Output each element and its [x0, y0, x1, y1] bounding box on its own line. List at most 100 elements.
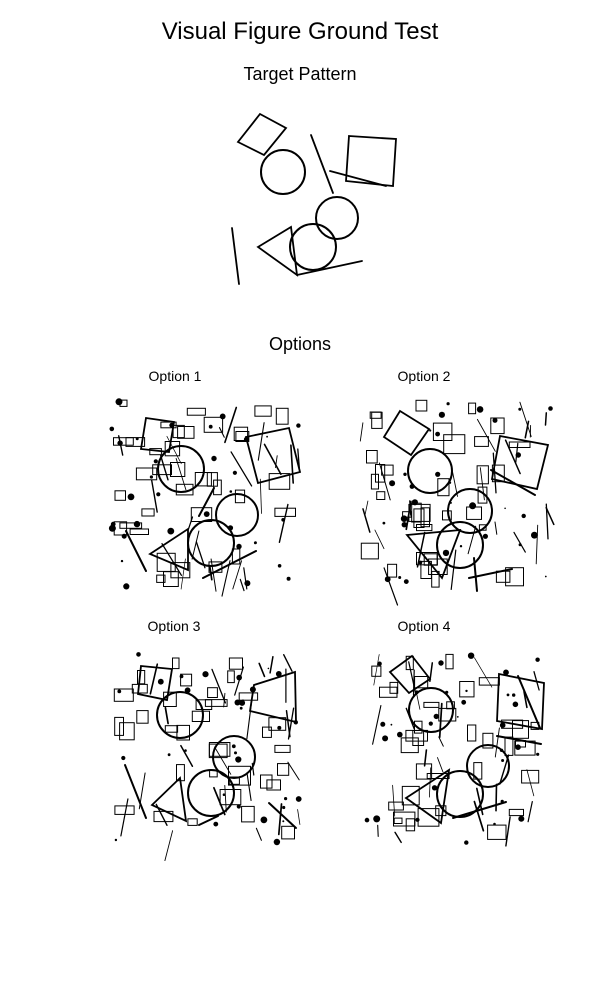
noise-rectangle: [260, 774, 273, 789]
noise-line: [505, 816, 511, 847]
noise-dot: [179, 674, 184, 679]
pattern-line: [124, 764, 147, 819]
noise-dot: [521, 513, 526, 519]
triangle: [148, 527, 189, 572]
pattern-line: [125, 530, 147, 572]
noise-rectangle: [275, 407, 289, 425]
noise-dot: [211, 455, 217, 462]
option-4-panel[interactable]: [364, 652, 545, 847]
noise-dot: [203, 511, 210, 517]
noise-line: [519, 401, 532, 437]
figure-ground-canvas: [108, 112, 555, 862]
target-circle-lower: [289, 223, 337, 271]
noise-rectangle: [495, 570, 511, 583]
noise-rectangle: [172, 657, 180, 670]
noise-dot: [380, 721, 386, 727]
noise-line: [285, 709, 291, 738]
noise-dot: [234, 751, 237, 755]
noise-dot: [501, 759, 505, 762]
noise-dot: [515, 744, 521, 750]
noise-rectangle: [141, 508, 155, 517]
noise-dot: [548, 406, 553, 411]
noise-dot: [284, 797, 288, 801]
noise-dot: [295, 796, 302, 802]
noise-dot: [518, 407, 522, 411]
noise-dot: [382, 521, 386, 525]
noise-dot: [136, 652, 141, 657]
noise-dot: [282, 805, 286, 810]
lower-circle: [436, 521, 484, 569]
noise-line: [120, 798, 129, 837]
noise-dot: [398, 576, 402, 579]
noise-line: [374, 529, 385, 550]
noise-dot: [411, 499, 418, 506]
noise-rectangle: [366, 450, 378, 464]
right-circle: [215, 493, 259, 537]
noise-rectangle: [474, 436, 489, 447]
noise-dot: [231, 744, 236, 749]
noise-dot: [459, 545, 463, 548]
noise-dot: [512, 701, 519, 708]
noise-dot: [415, 817, 420, 822]
noise-line: [257, 422, 265, 461]
noise-dot: [114, 838, 118, 842]
noise-dot: [267, 667, 270, 670]
noise-dot: [400, 515, 408, 522]
target-large-square: [345, 135, 397, 187]
noise-dot: [123, 583, 130, 590]
noise-rectangle: [177, 426, 195, 439]
noise-dot: [135, 437, 139, 441]
option-2-panel[interactable]: [359, 399, 555, 606]
noise-dot: [428, 721, 433, 726]
pattern-line: [496, 735, 542, 745]
target-line: [329, 170, 387, 187]
noise-dot: [433, 713, 439, 720]
noise-dot: [149, 475, 153, 479]
option-3-panel[interactable]: [113, 652, 302, 862]
noise-line: [495, 783, 498, 812]
noise-dot: [389, 480, 396, 487]
noise-rectangle: [131, 683, 148, 694]
target-pattern: [231, 112, 397, 285]
noise-dot: [456, 716, 459, 718]
noise-line: [535, 524, 539, 565]
noise-dot: [476, 406, 484, 413]
noise-rectangle: [508, 808, 524, 817]
noise-dot: [536, 752, 540, 756]
noise-line: [187, 516, 194, 530]
noise-dot: [506, 693, 510, 697]
large-square: [490, 434, 550, 491]
noise-dot: [273, 838, 281, 846]
noise-rectangle: [186, 407, 206, 416]
noise-dot: [512, 693, 516, 697]
noise-dot: [461, 699, 467, 705]
noise-dot: [364, 817, 370, 823]
noise-dot: [260, 816, 268, 824]
noise-line: [297, 809, 301, 825]
noise-rectangle: [476, 465, 489, 485]
noise-line: [277, 803, 283, 836]
noise-line: [290, 444, 295, 484]
option-1-panel[interactable]: [108, 398, 302, 597]
noise-line: [364, 500, 369, 516]
noise-rectangle: [468, 402, 477, 415]
noise-line: [180, 558, 186, 590]
noise-rectangle: [415, 399, 428, 412]
noise-rectangle: [219, 789, 242, 806]
noise-rectangle: [241, 805, 255, 823]
noise-line: [230, 451, 253, 487]
noise-dot: [390, 723, 393, 726]
noise-dot: [229, 490, 233, 493]
target-circle-upper: [260, 149, 306, 195]
noise-rectangle: [113, 437, 134, 446]
noise-dot: [535, 657, 540, 662]
noise-rectangle: [227, 670, 235, 684]
noise-line: [258, 662, 266, 678]
target-circle-right: [315, 196, 359, 240]
noise-line: [373, 654, 380, 686]
noise-rectangle: [405, 729, 428, 742]
noise-dot: [239, 706, 243, 710]
noise-rectangle: [114, 490, 126, 501]
noise-rectangle: [393, 817, 403, 824]
noise-rectangle: [504, 736, 514, 756]
